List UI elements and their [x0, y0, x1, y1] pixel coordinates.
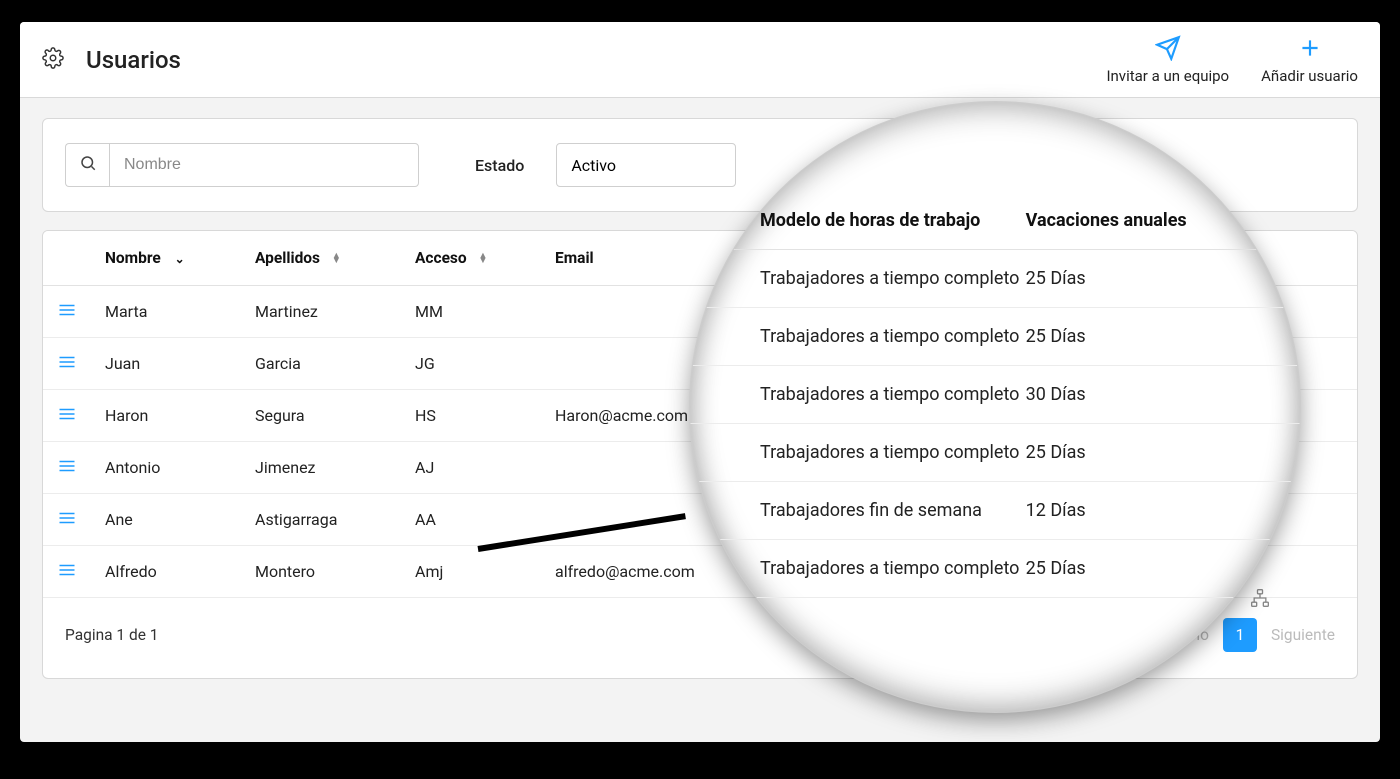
magnifier-row: Trabajadores a tiempo completo25 Días: [690, 308, 1300, 366]
col-nombre-label: Nombre: [105, 249, 161, 267]
drag-handle[interactable]: [43, 494, 91, 546]
plus-icon: [1297, 35, 1323, 65]
sort-icon: ▲▼: [479, 254, 488, 264]
drag-handle[interactable]: [43, 546, 91, 598]
cell-acceso: MM: [401, 286, 541, 338]
sort-icon: ▲▼: [332, 254, 341, 264]
magnifier-row: Trabajadores fin de semana12 Días: [690, 482, 1300, 540]
page-info: Pagina 1 de 1: [65, 626, 159, 644]
cell-acceso: AJ: [401, 442, 541, 494]
invite-team-label: Invitar a un equipo: [1106, 67, 1229, 85]
search-input[interactable]: [109, 143, 419, 187]
cell-nombre: Antonio: [91, 442, 241, 494]
search-wrap: [65, 143, 419, 187]
mag-cell-vac: 12 Días: [1026, 500, 1230, 521]
mag-cell-model: Trabajadores a tiempo completo: [760, 268, 1026, 289]
cell-apellidos: Segura: [241, 390, 401, 442]
search-icon: [79, 154, 97, 176]
mag-cell-vac: 25 Días: [1026, 326, 1230, 347]
mag-cell-vac: 30 Días: [1026, 384, 1230, 405]
cell-nombre: Juan: [91, 338, 241, 390]
mag-cell-model: Trabajadores a tiempo completo: [760, 558, 1026, 579]
search-button[interactable]: [65, 143, 109, 187]
drag-handle[interactable]: [43, 338, 91, 390]
cell-apellidos: Garcia: [241, 338, 401, 390]
cell-apellidos: Jimenez: [241, 442, 401, 494]
col-nombre[interactable]: Nombre ⌄: [91, 231, 241, 286]
magnifier-row: Trabajadores a tiempo completo25 Días: [690, 540, 1300, 598]
cell-nombre: Alfredo: [91, 546, 241, 598]
cell-acceso: JG: [401, 338, 541, 390]
cell-apellidos: Martinez: [241, 286, 401, 338]
mag-col-model: Modelo de horas de trabajo: [760, 210, 1026, 231]
col-apellidos[interactable]: Apellidos ▲▼: [241, 231, 401, 286]
magnifier-row: Trabajadores a tiempo completo25 Días: [690, 424, 1300, 482]
cell-acceso: HS: [401, 390, 541, 442]
title-area: Usuarios: [42, 46, 181, 74]
cell-nombre: Marta: [91, 286, 241, 338]
col-acceso-label: Acceso: [415, 249, 467, 267]
mag-cell-vac: 25 Días: [1026, 268, 1230, 289]
state-label: Estado: [475, 156, 524, 175]
state-select-value: Activo: [571, 156, 616, 175]
col-apellidos-label: Apellidos: [255, 249, 320, 267]
drag-handle[interactable]: [43, 390, 91, 442]
drag-handle[interactable]: [43, 286, 91, 338]
cell-apellidos: Montero: [241, 546, 401, 598]
magnifier-row: Trabajadores a tiempo completo25 Días: [690, 250, 1300, 308]
cell-acceso: Amj: [401, 546, 541, 598]
mag-cell-vac: 25 Días: [1026, 442, 1230, 463]
gear-icon[interactable]: [42, 47, 64, 73]
invite-team-button[interactable]: Invitar a un equipo: [1106, 35, 1229, 85]
mag-cell-model: Trabajadores a tiempo completo: [760, 326, 1026, 347]
top-actions: Invitar a un equipo Añadir usuario: [1106, 35, 1358, 85]
app-frame: Usuarios Invitar a un equipo Añadir usua…: [20, 22, 1380, 742]
drag-handle[interactable]: [43, 442, 91, 494]
mag-cell-model: Trabajadores a tiempo completo: [760, 384, 1026, 405]
top-bar: Usuarios Invitar a un equipo Añadir usua…: [20, 22, 1380, 98]
mag-col-vac: Vacaciones anuales: [1026, 210, 1230, 231]
col-acceso[interactable]: Acceso ▲▼: [401, 231, 541, 286]
chevron-down-icon: ⌄: [175, 252, 185, 266]
page-title: Usuarios: [86, 46, 181, 74]
magnifier-lens: Modelo de horas de trabajo Vacaciones an…: [690, 102, 1300, 712]
magnifier-header: Modelo de horas de trabajo Vacaciones an…: [690, 210, 1300, 250]
add-user-button[interactable]: Añadir usuario: [1261, 35, 1358, 85]
paper-plane-icon: [1155, 35, 1181, 65]
col-email-label: Email: [555, 249, 594, 267]
mag-cell-model: Trabajadores fin de semana: [760, 500, 1026, 521]
mag-cell-vac: 25 Días: [1026, 558, 1230, 579]
cell-nombre: Ane: [91, 494, 241, 546]
magnifier-row: Trabajadores a tiempo completo30 Días: [690, 366, 1300, 424]
add-user-label: Añadir usuario: [1261, 67, 1358, 85]
cell-nombre: Haron: [91, 390, 241, 442]
mag-cell-model: Trabajadores a tiempo completo: [760, 442, 1026, 463]
col-handle: [43, 231, 91, 286]
cell-apellidos: Astigarraga: [241, 494, 401, 546]
cell-acceso: AA: [401, 494, 541, 546]
